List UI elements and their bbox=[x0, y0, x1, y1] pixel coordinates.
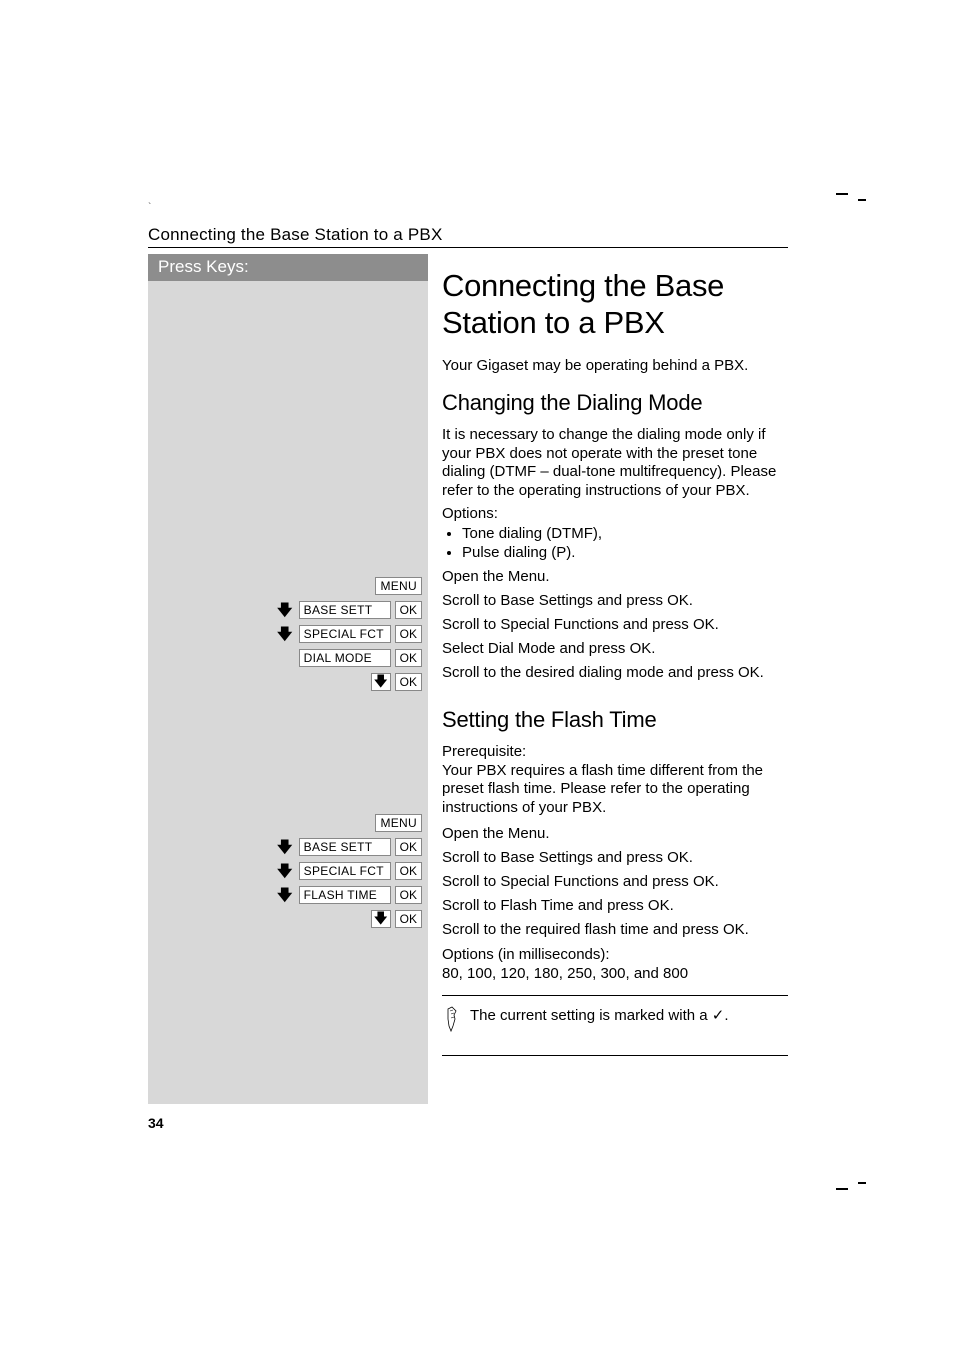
step-text: Select Dial Mode and press OK. bbox=[442, 637, 788, 661]
step-text: Scroll to Base Settings and press OK. bbox=[442, 846, 788, 870]
key-ok: OK bbox=[395, 862, 422, 880]
running-head: Connecting the Base Station to a PBX bbox=[148, 225, 788, 248]
step-text: Open the Menu. bbox=[442, 822, 788, 846]
step-text: Scroll to the desired dialing mode and p… bbox=[442, 661, 788, 685]
down-arrow-icon: 🡇 bbox=[275, 627, 295, 642]
step-text: Open the Menu. bbox=[442, 565, 788, 589]
page-title: Connecting the Base Station to a PBX bbox=[442, 268, 788, 341]
key-menu: MENU bbox=[375, 814, 422, 832]
down-arrow-icon: 🡇 bbox=[371, 673, 391, 691]
list-item: Pulse dialing (P). bbox=[462, 543, 788, 563]
down-arrow-icon: 🡇 bbox=[371, 910, 391, 928]
section-heading-dialing-mode: Changing the Dialing Mode bbox=[442, 390, 788, 416]
prerequisite-label: Prerequisite: bbox=[442, 743, 526, 760]
note-box: The current setting is marked with a ✓. bbox=[442, 995, 788, 1056]
section-heading-flash-time: Setting the Flash Time bbox=[442, 707, 788, 733]
key-special-fct: SPECIAL FCT bbox=[299, 625, 391, 643]
key-special-fct: SPECIAL FCT bbox=[299, 862, 391, 880]
crop-mark-top-right bbox=[836, 190, 866, 208]
page-number: 34 bbox=[148, 1115, 164, 1131]
note-text: The current setting is marked with a ✓. bbox=[470, 1004, 729, 1024]
prerequisite-text: Your PBX requires a flash time different… bbox=[442, 762, 763, 817]
key-flash-time: FLASH TIME bbox=[299, 886, 391, 904]
down-arrow-icon: 🡇 bbox=[275, 864, 295, 879]
key-dial-mode: DIAL MODE bbox=[299, 649, 391, 667]
key-base-sett: BASE SETT bbox=[299, 601, 391, 619]
options-label: Options: bbox=[442, 505, 788, 522]
key-ok: OK bbox=[395, 838, 422, 856]
down-arrow-icon: 🡇 bbox=[275, 888, 295, 903]
step-text: Scroll to Special Functions and press OK… bbox=[442, 613, 788, 637]
key-menu: MENU bbox=[375, 577, 422, 595]
key-ok: OK bbox=[395, 649, 422, 667]
down-arrow-icon: 🡇 bbox=[275, 840, 295, 855]
flash-options-values: 80, 100, 120, 180, 250, 300, and 800 bbox=[442, 965, 688, 982]
dialing-options-list: Tone dialing (DTMF), Pulse dialing (P). bbox=[442, 524, 788, 563]
step-text: Scroll to Special Functions and press OK… bbox=[442, 870, 788, 894]
list-item: Tone dialing (DTMF), bbox=[462, 524, 788, 544]
step-text: Scroll to Flash Time and press OK. bbox=[442, 894, 788, 918]
key-ok: OK bbox=[395, 910, 422, 928]
intro-paragraph: Your Gigaset may be operating behind a P… bbox=[442, 357, 788, 376]
key-ok: OK bbox=[395, 601, 422, 619]
press-keys-column: Press Keys: MENU 🡇 BASE SETT OK 🡇 SPECIA… bbox=[148, 254, 428, 1104]
key-base-sett: BASE SETT bbox=[299, 838, 391, 856]
press-keys-header: Press Keys: bbox=[148, 254, 428, 281]
key-ok: OK bbox=[395, 886, 422, 904]
step-text: Scroll to Base Settings and press OK. bbox=[442, 589, 788, 613]
down-arrow-icon: 🡇 bbox=[275, 603, 295, 618]
section1-paragraph: It is necessary to change the dialing mo… bbox=[442, 426, 788, 501]
crop-mark-bottom-right bbox=[836, 1175, 866, 1193]
flash-options-label: Options (in milliseconds): bbox=[442, 946, 610, 963]
step-text: Scroll to the required flash time and pr… bbox=[442, 918, 788, 942]
note-hand-icon bbox=[442, 1004, 470, 1039]
backtick-mark: ` bbox=[148, 202, 151, 213]
key-ok: OK bbox=[395, 673, 422, 691]
key-ok: OK bbox=[395, 625, 422, 643]
